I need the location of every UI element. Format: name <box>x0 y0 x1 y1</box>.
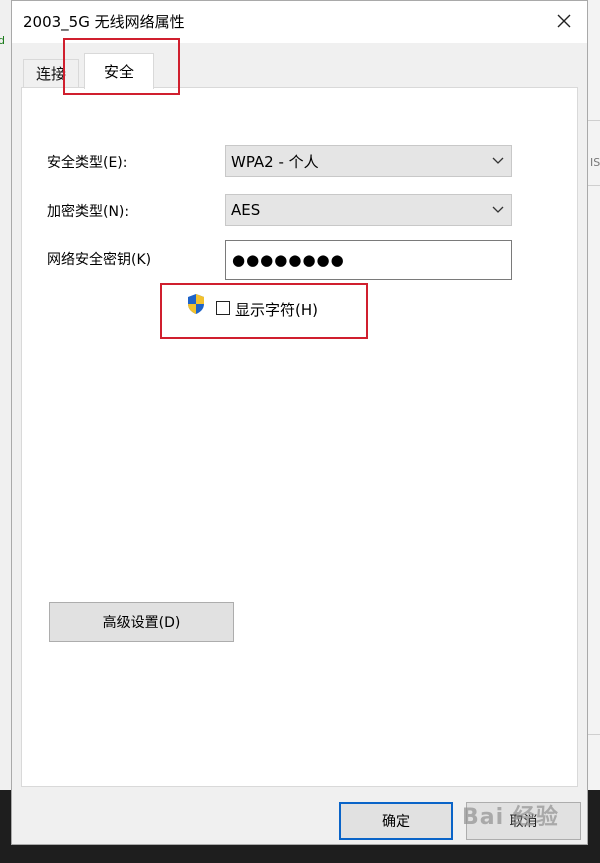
security-type-select[interactable]: WPA2 - 个人 <box>225 145 512 177</box>
chevron-down-icon <box>492 206 504 213</box>
highlight-box-tab <box>63 38 180 95</box>
close-icon <box>557 14 571 28</box>
encryption-type-value: AES <box>231 201 261 219</box>
background-left-text: d <box>0 34 5 47</box>
baidu-watermark: Bai 经验 <box>462 805 559 830</box>
network-key-input[interactable]: ●●●●●●●● <box>225 240 512 280</box>
security-type-label: 安全类型(E): <box>47 155 128 171</box>
network-key-value: ●●●●●●●● <box>232 251 345 269</box>
encryption-type-select[interactable]: AES <box>225 194 512 226</box>
close-button[interactable] <box>547 5 581 37</box>
chevron-down-icon <box>492 157 504 164</box>
security-type-value: WPA2 - 个人 <box>231 152 319 171</box>
background-window-right <box>588 0 600 790</box>
title-bar: 2003_5G 无线网络属性 <box>12 1 587 43</box>
network-key-label: 网络安全密钥(K) <box>47 252 152 268</box>
ok-label: 确定 <box>382 814 410 830</box>
ok-button[interactable]: 确定 <box>339 802 453 840</box>
properties-dialog: 2003_5G 无线网络属性 连接 安全 安全类型(E): WPA2 - 个人 … <box>11 0 588 845</box>
highlight-box-checkbox <box>160 283 368 339</box>
advanced-settings-label: 高级设置(D) <box>102 615 181 631</box>
advanced-settings-button[interactable]: 高级设置(D) <box>49 602 234 642</box>
encryption-type-label: 加密类型(N): <box>47 204 130 220</box>
window-title: 2003_5G 无线网络属性 <box>23 13 185 31</box>
background-right-text: IS <box>590 156 600 169</box>
security-panel: 安全类型(E): WPA2 - 个人 加密类型(N): AES 网络安全密钥(K… <box>21 87 578 787</box>
tab-connection-label: 连接 <box>35 65 66 83</box>
